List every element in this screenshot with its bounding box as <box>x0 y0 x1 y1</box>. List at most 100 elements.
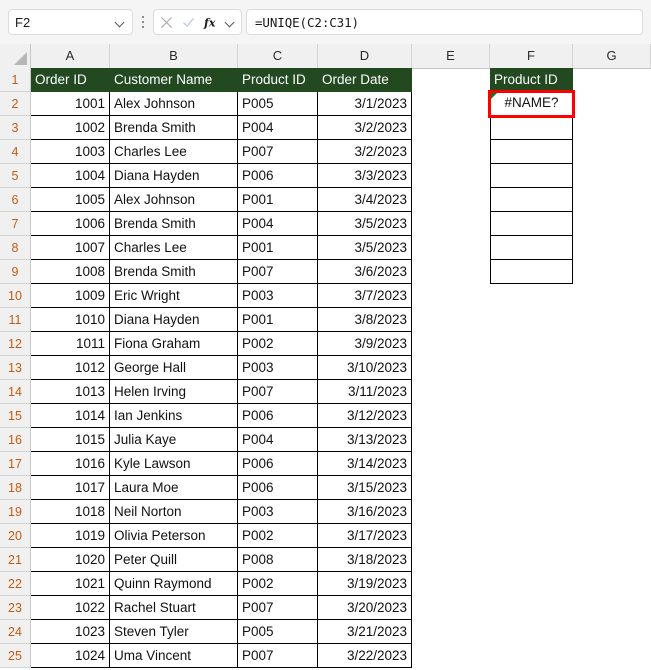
cell-a4[interactable]: 1003 <box>31 140 110 164</box>
cell-a23[interactable]: 1022 <box>31 596 110 620</box>
name-box[interactable]: F2 <box>8 9 133 35</box>
column-header-e[interactable]: E <box>412 44 490 68</box>
row-header-15[interactable]: 15 <box>0 404 31 428</box>
formula-input[interactable]: =UNIQE(C2:C31) <box>246 9 643 35</box>
cell-d23[interactable]: 3/20/2023 <box>318 596 412 620</box>
row-header-25[interactable]: 25 <box>0 644 31 668</box>
check-icon[interactable] <box>181 15 196 30</box>
cell-d24[interactable]: 3/21/2023 <box>318 620 412 644</box>
fx-icon[interactable]: fx <box>203 15 218 30</box>
row-header-5[interactable]: 5 <box>0 164 31 188</box>
cell-a16[interactable]: 1015 <box>31 428 110 452</box>
cell-b21[interactable]: Peter Quill <box>110 548 238 572</box>
cell-a1-header[interactable]: Order ID <box>31 68 110 92</box>
cell-c20[interactable]: P002 <box>238 524 318 548</box>
cell-a12[interactable]: 1011 <box>31 332 110 356</box>
cell-c21[interactable]: P008 <box>238 548 318 572</box>
cell-a21[interactable]: 1020 <box>31 548 110 572</box>
cell-c16[interactable]: P004 <box>238 428 318 452</box>
cell-a25[interactable]: 1024 <box>31 644 110 668</box>
cell-f6-empty[interactable] <box>490 188 573 212</box>
cell-a18[interactable]: 1017 <box>31 476 110 500</box>
cell-f3-empty[interactable] <box>490 116 573 140</box>
cell-f2-selected-error[interactable]: #NAME? <box>488 90 575 118</box>
cell-b8[interactable]: Charles Lee <box>110 236 238 260</box>
row-header-19[interactable]: 19 <box>0 500 31 524</box>
cell-b24[interactable]: Steven Tyler <box>110 620 238 644</box>
cell-d17[interactable]: 3/14/2023 <box>318 452 412 476</box>
cell-c25[interactable]: P007 <box>238 644 318 668</box>
column-header-g[interactable]: G <box>573 44 651 68</box>
cell-c3[interactable]: P004 <box>238 116 318 140</box>
row-header-4[interactable]: 4 <box>0 140 31 164</box>
row-header-14[interactable]: 14 <box>0 380 31 404</box>
cell-c5[interactable]: P006 <box>238 164 318 188</box>
cell-f5-empty[interactable] <box>490 164 573 188</box>
cell-d12[interactable]: 3/9/2023 <box>318 332 412 356</box>
row-header-16[interactable]: 16 <box>0 428 31 452</box>
cell-c12[interactable]: P002 <box>238 332 318 356</box>
cell-a6[interactable]: 1005 <box>31 188 110 212</box>
cell-d4[interactable]: 3/2/2023 <box>318 140 412 164</box>
cell-b22[interactable]: Quinn Raymond <box>110 572 238 596</box>
cell-d7[interactable]: 3/5/2023 <box>318 212 412 236</box>
cell-b15[interactable]: Ian Jenkins <box>110 404 238 428</box>
cell-c2[interactable]: P005 <box>238 92 318 116</box>
column-header-c[interactable]: C <box>238 44 318 68</box>
cell-c11[interactable]: P001 <box>238 308 318 332</box>
column-header-a[interactable]: A <box>31 44 110 68</box>
cell-b2[interactable]: Alex Johnson <box>110 92 238 116</box>
cell-b23[interactable]: Rachel Stuart <box>110 596 238 620</box>
cell-a9[interactable]: 1008 <box>31 260 110 284</box>
cell-c19[interactable]: P003 <box>238 500 318 524</box>
cell-c6[interactable]: P001 <box>238 188 318 212</box>
cell-a19[interactable]: 1018 <box>31 500 110 524</box>
row-header-24[interactable]: 24 <box>0 620 31 644</box>
row-header-17[interactable]: 17 <box>0 452 31 476</box>
cell-d13[interactable]: 3/10/2023 <box>318 356 412 380</box>
cell-b10[interactable]: Eric Wright <box>110 284 238 308</box>
cell-b7[interactable]: Brenda Smith <box>110 212 238 236</box>
cell-b19[interactable]: Neil Norton <box>110 500 238 524</box>
cell-d20[interactable]: 3/17/2023 <box>318 524 412 548</box>
row-header-7[interactable]: 7 <box>0 212 31 236</box>
row-header-6[interactable]: 6 <box>0 188 31 212</box>
cell-b12[interactable]: Fiona Graham <box>110 332 238 356</box>
row-header-9[interactable]: 9 <box>0 260 31 284</box>
cell-b13[interactable]: George Hall <box>110 356 238 380</box>
cell-c13[interactable]: P003 <box>238 356 318 380</box>
cell-a3[interactable]: 1002 <box>31 116 110 140</box>
row-header-8[interactable]: 8 <box>0 236 31 260</box>
cell-c1-header[interactable]: Product ID <box>238 68 318 92</box>
cell-c18[interactable]: P006 <box>238 476 318 500</box>
row-header-1[interactable]: 1 <box>0 68 31 92</box>
cell-f8-empty[interactable] <box>490 236 573 260</box>
cell-a22[interactable]: 1021 <box>31 572 110 596</box>
cell-c15[interactable]: P006 <box>238 404 318 428</box>
column-header-b[interactable]: B <box>110 44 238 68</box>
cell-a11[interactable]: 1010 <box>31 308 110 332</box>
cell-c4[interactable]: P007 <box>238 140 318 164</box>
cell-c10[interactable]: P003 <box>238 284 318 308</box>
cell-b9[interactable]: Brenda Smith <box>110 260 238 284</box>
cell-d19[interactable]: 3/16/2023 <box>318 500 412 524</box>
cell-c14[interactable]: P007 <box>238 380 318 404</box>
cell-a24[interactable]: 1023 <box>31 620 110 644</box>
cell-a13[interactable]: 1012 <box>31 356 110 380</box>
cell-b11[interactable]: Diana Hayden <box>110 308 238 332</box>
cell-d3[interactable]: 3/2/2023 <box>318 116 412 140</box>
cell-d18[interactable]: 3/15/2023 <box>318 476 412 500</box>
cell-a7[interactable]: 1006 <box>31 212 110 236</box>
row-header-21[interactable]: 21 <box>0 548 31 572</box>
cell-a14[interactable]: 1013 <box>31 380 110 404</box>
formula-bar-overflow-icon[interactable] <box>135 9 151 35</box>
column-header-f[interactable]: F <box>490 44 573 68</box>
cell-d9[interactable]: 3/6/2023 <box>318 260 412 284</box>
cell-d14[interactable]: 3/11/2023 <box>318 380 412 404</box>
cell-c8[interactable]: P001 <box>238 236 318 260</box>
select-all-corner[interactable] <box>0 44 31 68</box>
cell-d25[interactable]: 3/22/2023 <box>318 644 412 668</box>
chevron-down-icon[interactable] <box>225 17 236 28</box>
cell-a8[interactable]: 1007 <box>31 236 110 260</box>
cell-c17[interactable]: P006 <box>238 452 318 476</box>
